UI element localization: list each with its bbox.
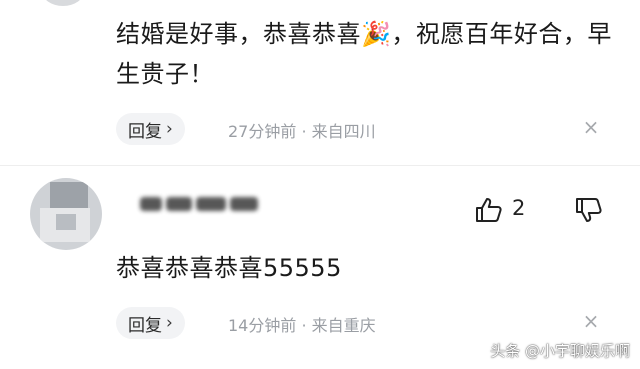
reply-label: 回复 bbox=[128, 121, 162, 142]
avatar[interactable] bbox=[42, 0, 84, 6]
thumbs-up-icon[interactable] bbox=[474, 196, 504, 224]
divider bbox=[0, 165, 640, 166]
reply-label: 回复 bbox=[128, 315, 162, 336]
comment-text: 恭喜恭喜恭喜55555 bbox=[116, 254, 342, 282]
reply-button[interactable]: 回复 › bbox=[116, 307, 185, 339]
thumbs-down-icon[interactable] bbox=[574, 196, 604, 224]
watermark: 头条 @小宇聊娱乐啊 bbox=[490, 342, 630, 360]
reply-button[interactable]: 回复 › bbox=[116, 113, 185, 145]
close-icon[interactable]: × bbox=[582, 311, 600, 331]
close-icon[interactable]: × bbox=[582, 117, 600, 137]
blurred-username bbox=[140, 196, 270, 218]
comment-text: 结婚是好事，恭喜恭喜🎉，祝愿百年好合，早生贵子！ bbox=[116, 20, 612, 88]
comment-meta: 14分钟前 · 来自重庆 bbox=[228, 316, 376, 335]
chevron-right-icon: › bbox=[166, 313, 173, 333]
like-count: 2 bbox=[512, 196, 526, 220]
avatar[interactable] bbox=[30, 178, 102, 250]
chevron-right-icon: › bbox=[166, 119, 173, 139]
comment-meta: 27分钟前 · 来自四川 bbox=[228, 122, 376, 141]
